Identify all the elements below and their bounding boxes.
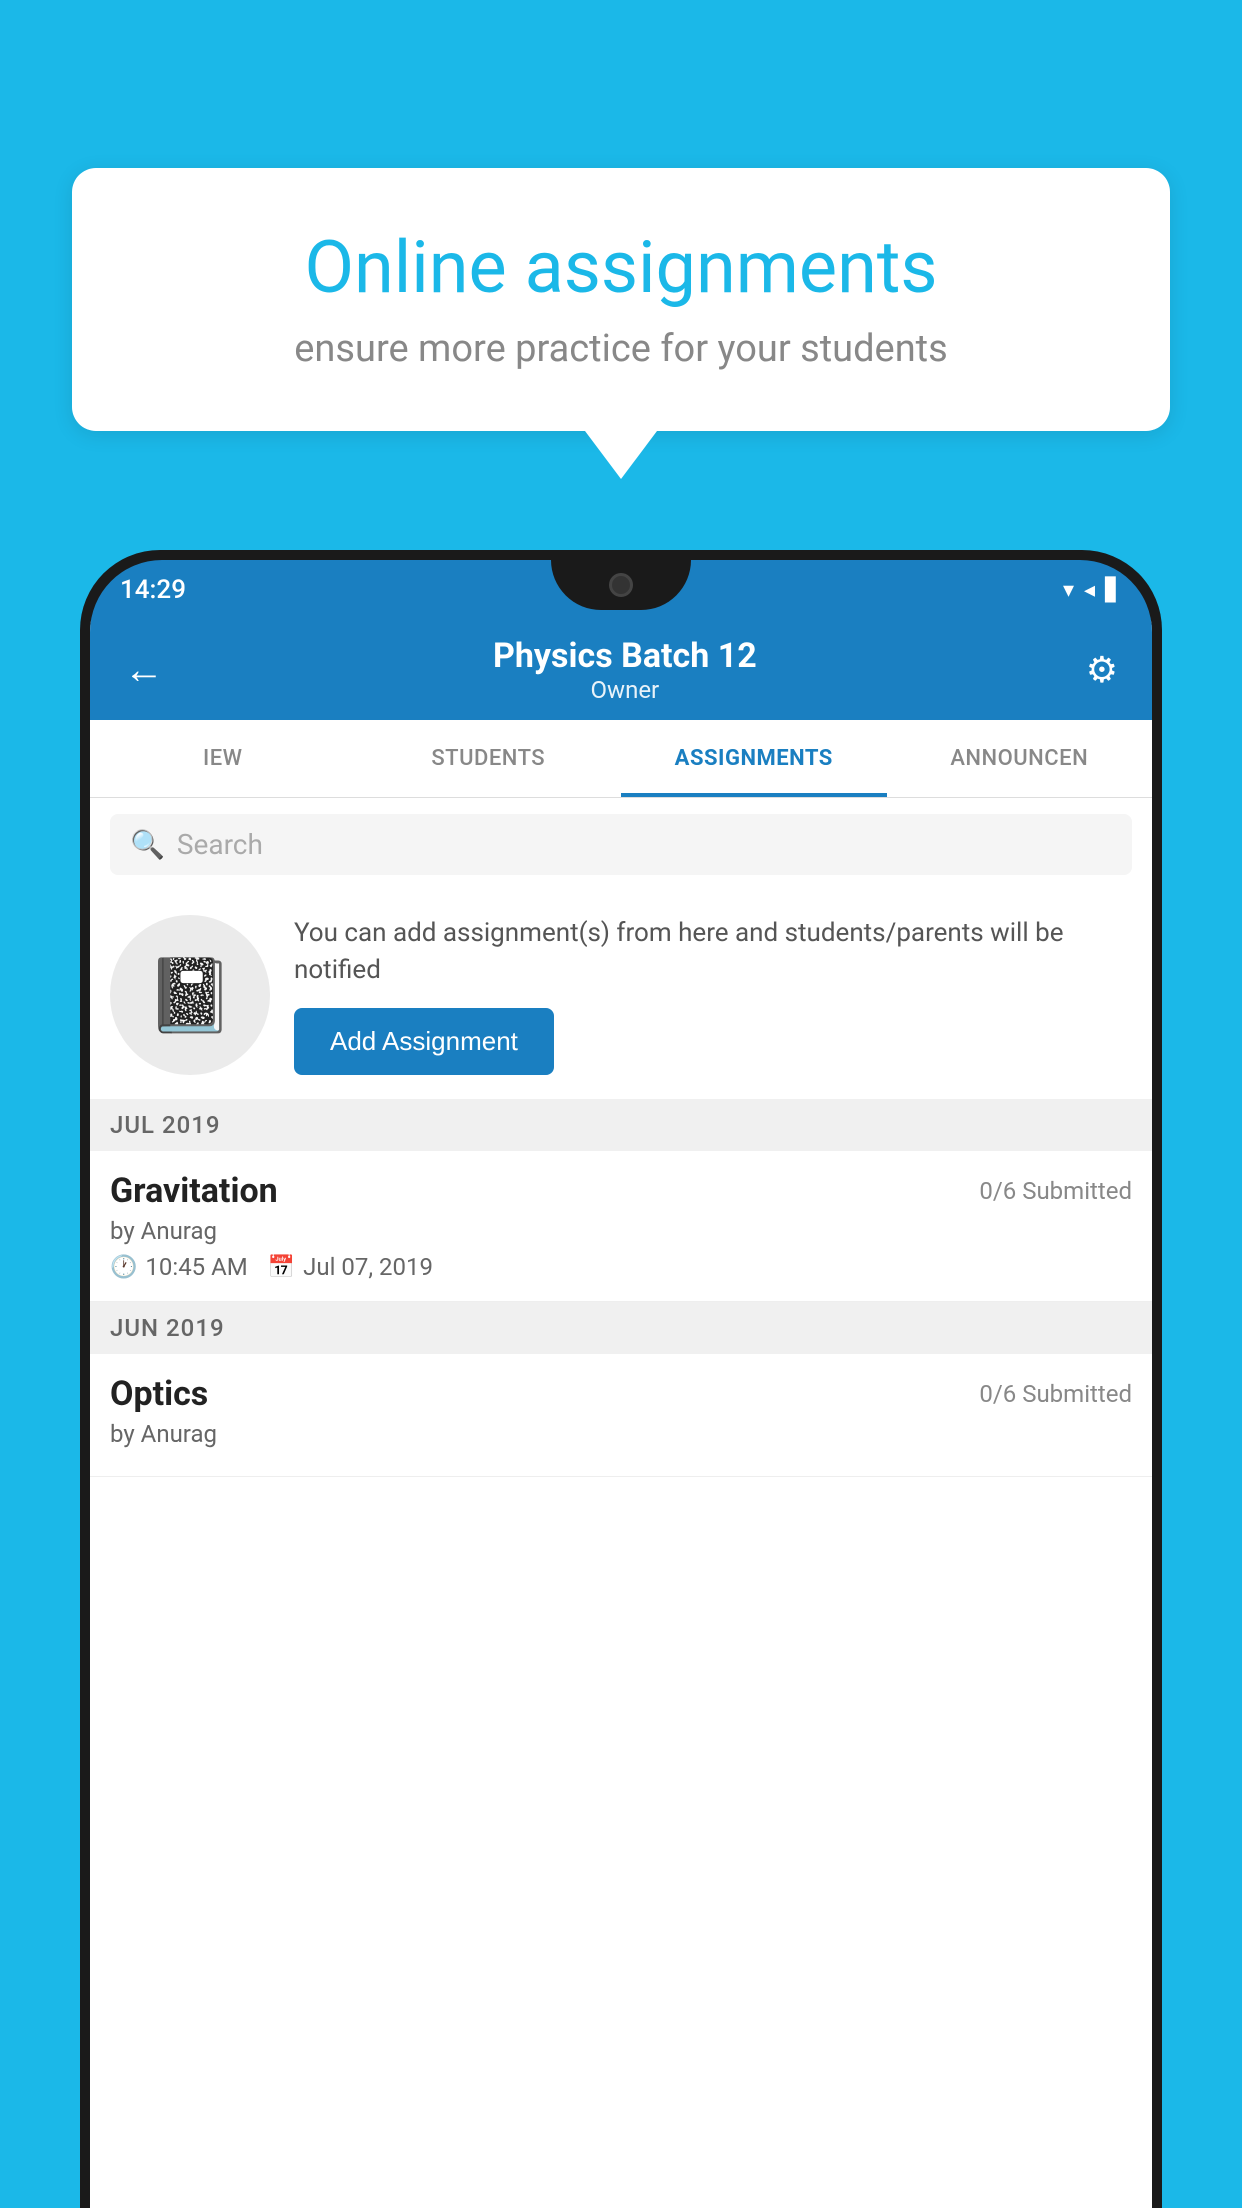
tab-item-view[interactable]: IEW [90,720,356,797]
assignment-name-optics: Optics [110,1374,208,1414]
app-bar-title: Physics Batch 12 [174,636,1076,676]
section-header-jun-text: JUN 2019 [110,1314,225,1342]
speech-bubble-arrow [585,431,657,479]
phone-inner: 14:29 ▾ ◂ ▋ ← Physics Batch 12 Owner ⚙ [90,560,1152,2208]
detail-time-gravitation: 🕐 10:45 AM [110,1253,248,1281]
tab-item-students[interactable]: STUDENTS [356,720,622,797]
assignment-meta-optics: by Anurag [110,1420,1132,1448]
assignment-details-gravitation: 🕐 10:45 AM 📅 Jul 07, 2019 [110,1253,1132,1281]
battery-icon: ▋ [1105,578,1122,603]
search-icon: 🔍 [130,828,165,861]
section-header-jul: JUL 2019 [90,1099,1152,1151]
status-bar: 14:29 ▾ ◂ ▋ [90,560,1152,620]
time-value-gravitation: 10:45 AM [145,1253,247,1281]
search-input-wrapper[interactable]: 🔍 Search [110,814,1132,875]
assignment-icon-circle: 📓 [110,915,270,1075]
clock-icon: 🕐 [110,1255,137,1280]
tab-label-students: STUDENTS [431,746,545,771]
assignment-item-optics[interactable]: Optics 0/6 Submitted by Anurag [90,1354,1152,1477]
assignment-meta-gravitation: by Anurag [110,1217,1132,1245]
info-description: You can add assignment(s) from here and … [294,915,1132,988]
search-bar: 🔍 Search [90,798,1152,891]
signal-icon: ◂ [1084,578,1095,603]
assignment-item-top: Gravitation 0/6 Submitted [110,1171,1132,1211]
tab-label-view: IEW [203,746,243,771]
status-icons: ▾ ◂ ▋ [1063,578,1122,603]
assignment-submitted-optics: 0/6 Submitted [979,1380,1132,1408]
speech-bubble-subtitle: ensure more practice for your students [142,327,1100,371]
app-bar-subtitle: Owner [174,676,1076,704]
speech-bubble-title: Online assignments [142,228,1100,307]
assignment-item-gravitation[interactable]: Gravitation 0/6 Submitted by Anurag 🕐 10… [90,1151,1152,1302]
notebook-icon: 📓 [145,953,235,1038]
assignment-item-top-optics: Optics 0/6 Submitted [110,1374,1132,1414]
tab-label-assignments: ASSIGNMENTS [675,746,833,771]
detail-date-gravitation: 📅 Jul 07, 2019 [268,1253,433,1281]
tab-item-announcements[interactable]: ANNOUNCEN [887,720,1153,797]
add-assignment-button[interactable]: Add Assignment [294,1008,554,1075]
section-header-jun: JUN 2019 [90,1302,1152,1354]
section-header-jul-text: JUL 2019 [110,1111,221,1139]
notch [551,560,691,610]
back-button[interactable]: ← [114,640,174,700]
wifi-icon: ▾ [1063,578,1074,603]
camera [609,573,633,597]
assignment-name-gravitation: Gravitation [110,1171,278,1211]
calendar-icon: 📅 [268,1255,295,1280]
date-value-gravitation: Jul 07, 2019 [303,1253,433,1281]
app-bar: ← Physics Batch 12 Owner ⚙ [90,620,1152,720]
app-bar-center: Physics Batch 12 Owner [174,636,1076,704]
status-time: 14:29 [120,575,186,605]
speech-bubble-wrapper: Online assignments ensure more practice … [72,168,1170,479]
settings-button[interactable]: ⚙ [1076,639,1128,701]
search-placeholder: Search [177,828,263,861]
assignment-submitted-gravitation: 0/6 Submitted [979,1177,1132,1205]
info-section: 📓 You can add assignment(s) from here an… [90,891,1152,1099]
phone-frame: 14:29 ▾ ◂ ▋ ← Physics Batch 12 Owner ⚙ [80,550,1162,2208]
tab-bar: IEW STUDENTS ASSIGNMENTS ANNOUNCEN [90,720,1152,798]
speech-bubble: Online assignments ensure more practice … [72,168,1170,431]
info-text-area: You can add assignment(s) from here and … [294,915,1132,1075]
tab-item-assignments[interactable]: ASSIGNMENTS [621,720,887,797]
tab-label-announcements: ANNOUNCEN [950,746,1088,771]
phone-screen: ← Physics Batch 12 Owner ⚙ IEW STUDENTS … [90,620,1152,2208]
